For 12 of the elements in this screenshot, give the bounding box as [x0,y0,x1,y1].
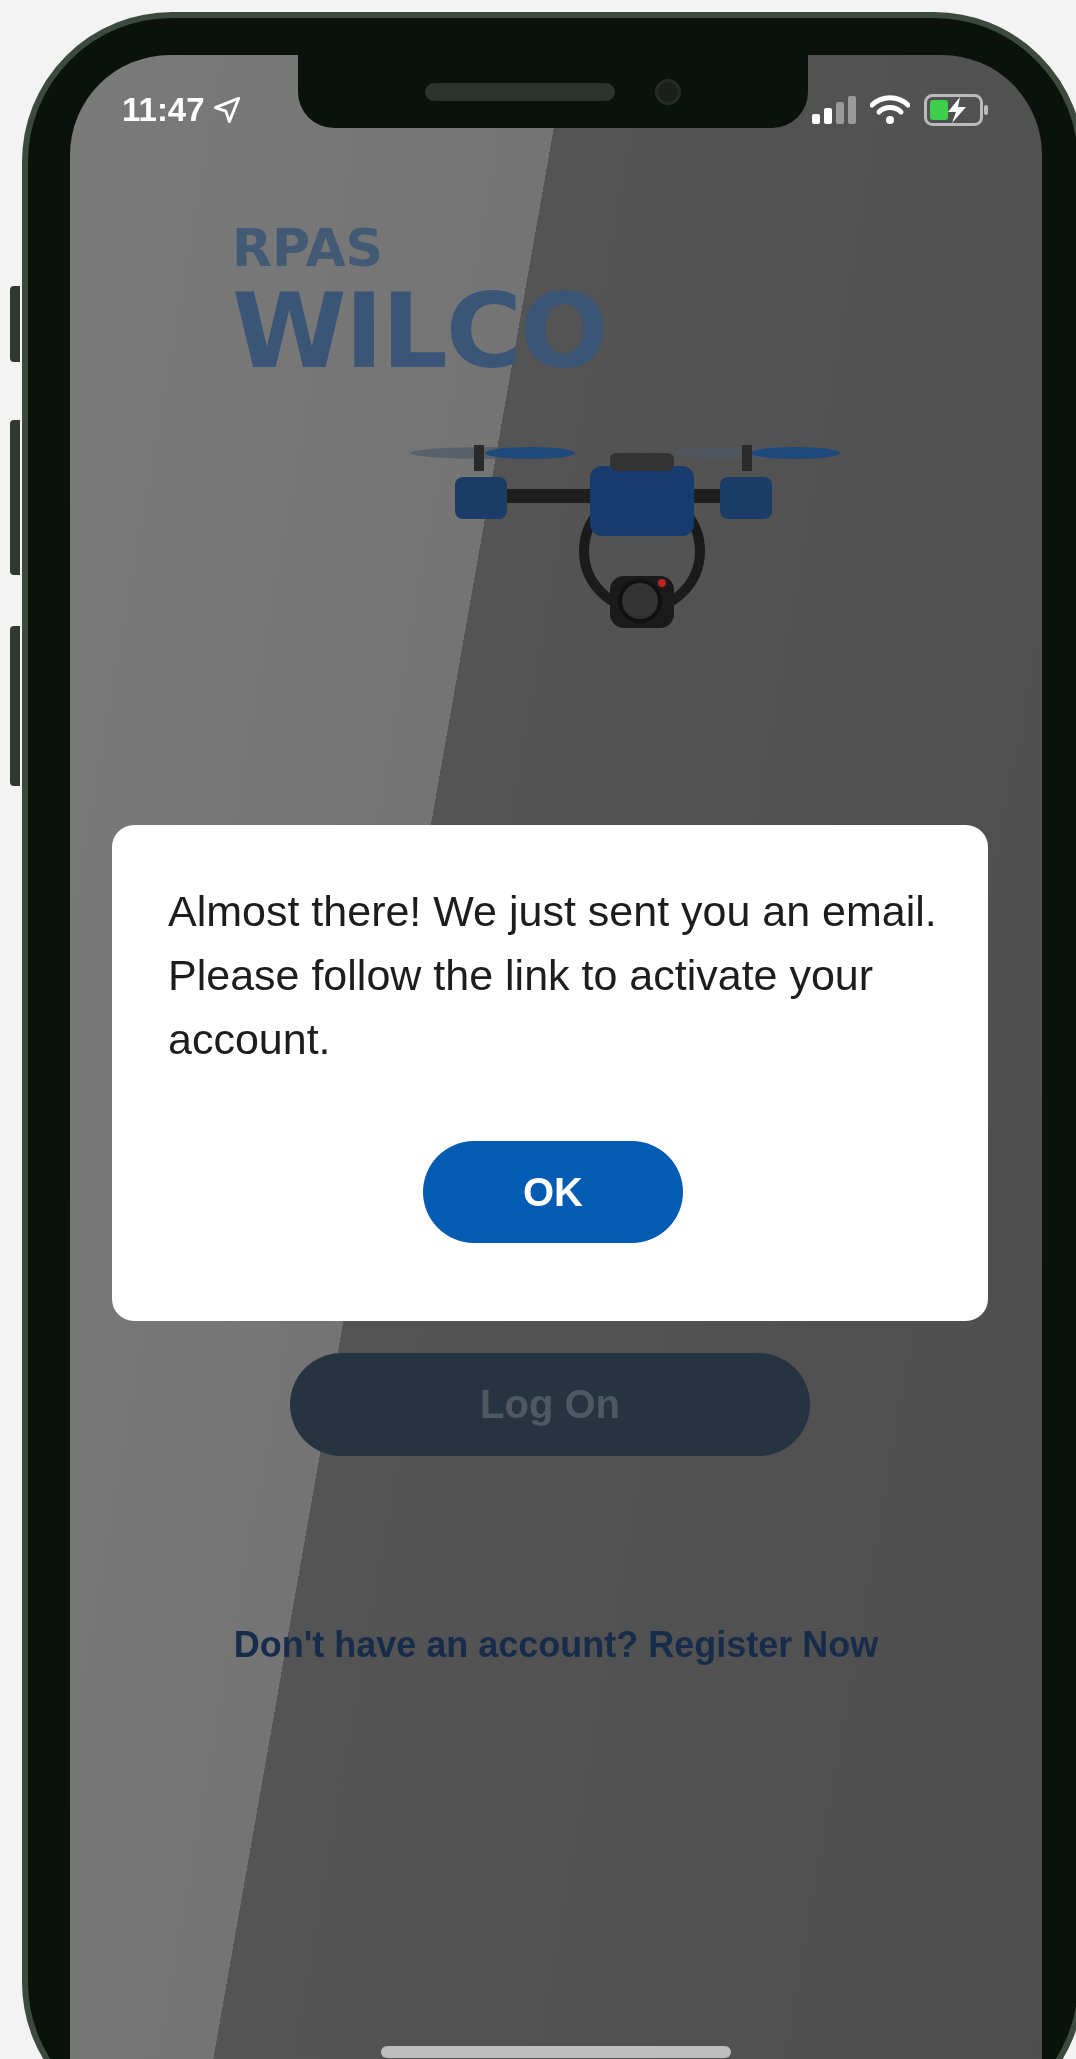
alert-message: Almost there! We just sent you an email. Please follow the link to activate your account. [168,886,938,1065]
location-arrow-icon [212,96,241,124]
wifi-icon [870,95,910,125]
home-indicator[interactable] [381,2046,731,2058]
status-time: 11:47 [122,91,205,129]
logo-text: WILCO [232,279,607,383]
speaker-icon [425,82,615,101]
ok-button[interactable]: OK [423,1141,683,1243]
signal-icon [812,96,856,124]
register-link[interactable]: Don't have an account? Register Now [233,1624,879,1666]
camera-icon [655,78,681,105]
battery-charging-icon [924,94,990,126]
